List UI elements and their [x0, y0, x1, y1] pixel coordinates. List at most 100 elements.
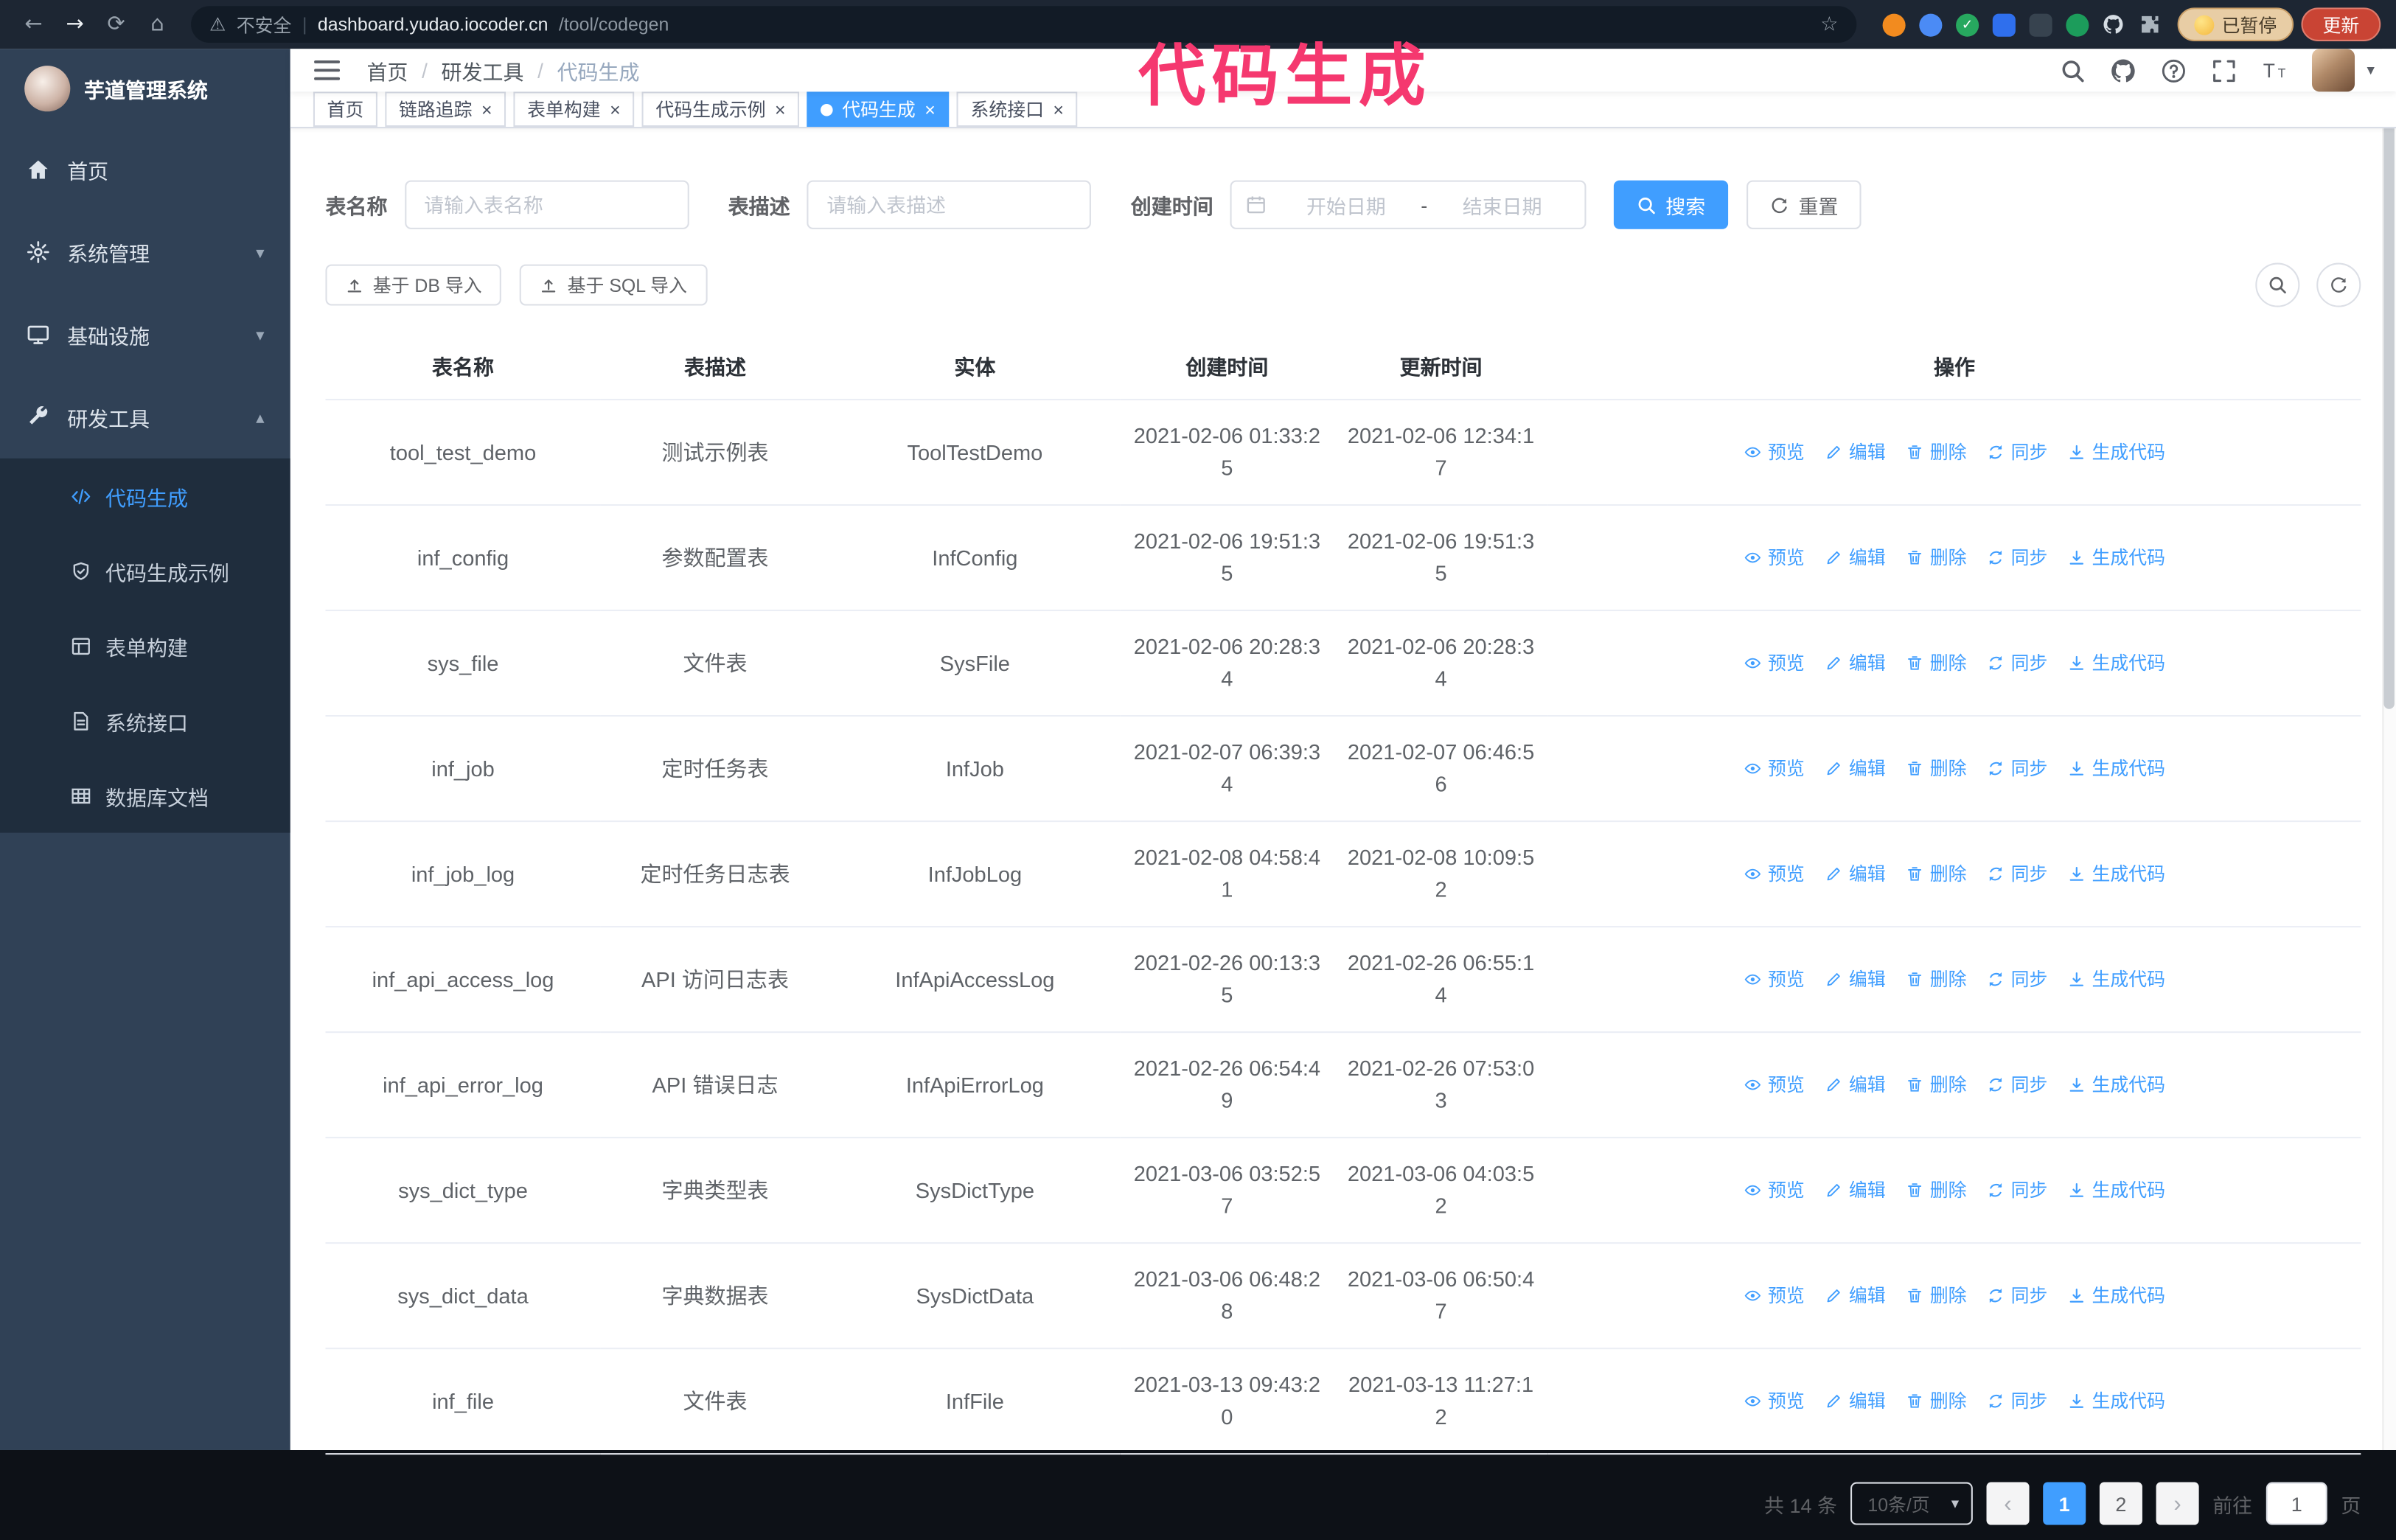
generate-code-action[interactable]: 生成代码 — [2067, 1385, 2165, 1418]
preview-action[interactable]: 预览 — [1744, 542, 1805, 574]
hamburger-icon[interactable] — [312, 55, 342, 86]
edit-action[interactable]: 编辑 — [1825, 436, 1886, 469]
refresh-table-button[interactable] — [2316, 262, 2361, 307]
generate-code-action[interactable]: 生成代码 — [2067, 858, 2165, 891]
breadcrumb-devtools[interactable]: 研发工具 — [442, 55, 524, 86]
edit-action[interactable]: 编辑 — [1825, 542, 1886, 574]
avatar-caret-icon[interactable]: ▾ — [2367, 62, 2375, 79]
extension-icon-blue-square[interactable] — [1992, 13, 2016, 36]
next-page-button[interactable]: › — [2156, 1482, 2199, 1525]
prev-page-button[interactable]: ‹ — [1986, 1482, 2030, 1525]
sync-action[interactable]: 同步 — [1987, 647, 2047, 680]
preview-action[interactable]: 预览 — [1744, 1385, 1805, 1418]
breadcrumb-home[interactable]: 首页 — [366, 55, 408, 86]
preview-action[interactable]: 预览 — [1744, 647, 1805, 680]
tab-trace[interactable]: 链路追踪 × — [385, 91, 506, 128]
extension-icon-orange[interactable] — [1882, 13, 1906, 36]
tab-system-api[interactable]: 系统接口 × — [956, 91, 1078, 128]
sidebar-item-codegen-example[interactable]: 代码生成示例 — [0, 533, 290, 608]
sidebar-item-infra[interactable]: 基础设施 ▾ — [0, 293, 290, 376]
generate-code-action[interactable]: 生成代码 — [2067, 964, 2165, 996]
sidebar-item-devtools[interactable]: 研发工具 ▴ — [0, 376, 290, 459]
sync-action[interactable]: 同步 — [1987, 436, 2047, 469]
delete-action[interactable]: 删除 — [1906, 1174, 1967, 1207]
generate-code-action[interactable]: 生成代码 — [2067, 1280, 2165, 1312]
help-icon[interactable] — [2161, 58, 2187, 83]
sidebar-item-codegen[interactable]: 代码生成 — [0, 459, 290, 534]
preview-action[interactable]: 预览 — [1744, 1280, 1805, 1312]
tab-close-icon[interactable]: × — [775, 100, 786, 119]
extension-icon-blue[interactable] — [1919, 13, 1943, 36]
generate-code-action[interactable]: 生成代码 — [2067, 1069, 2165, 1101]
page-button-2[interactable]: 2 — [2099, 1482, 2142, 1525]
toggle-search-button[interactable] — [2255, 262, 2300, 307]
preview-action[interactable]: 预览 — [1744, 436, 1805, 469]
extension-icon-green[interactable] — [2066, 13, 2089, 36]
preview-action[interactable]: 预览 — [1744, 964, 1805, 996]
user-avatar[interactable] — [2311, 49, 2355, 92]
generate-code-action[interactable]: 生成代码 — [2067, 1174, 2165, 1207]
browser-update-button[interactable]: 更新 — [2301, 7, 2381, 41]
fullscreen-icon[interactable] — [2211, 58, 2237, 83]
sync-action[interactable]: 同步 — [1987, 1280, 2047, 1312]
sync-action[interactable]: 同步 — [1987, 1385, 2047, 1418]
github-icon[interactable] — [2110, 58, 2136, 83]
table-desc-input[interactable] — [807, 180, 1091, 229]
preview-action[interactable]: 预览 — [1744, 858, 1805, 891]
vertical-scrollbar[interactable] — [2382, 49, 2396, 1450]
github-extension-icon[interactable] — [2103, 13, 2125, 36]
tab-close-icon[interactable]: × — [610, 100, 621, 119]
edit-action[interactable]: 编辑 — [1825, 1069, 1886, 1101]
edit-action[interactable]: 编辑 — [1825, 1174, 1886, 1207]
table-name-input[interactable] — [404, 180, 689, 229]
delete-action[interactable]: 删除 — [1906, 1385, 1967, 1418]
tab-close-icon[interactable]: × — [481, 100, 492, 119]
tab-form-builder[interactable]: 表单构建 × — [513, 91, 635, 128]
sync-action[interactable]: 同步 — [1987, 1174, 2047, 1207]
extension-icon-dark-square[interactable] — [2029, 13, 2052, 36]
edit-action[interactable]: 编辑 — [1825, 858, 1886, 891]
extensions-puzzle-icon[interactable] — [2139, 13, 2162, 36]
paused-extension-badge[interactable]: 已暂停 — [2177, 7, 2294, 41]
sync-action[interactable]: 同步 — [1987, 964, 2047, 996]
end-date-placeholder[interactable]: 结束日期 — [1434, 190, 1571, 219]
delete-action[interactable]: 删除 — [1906, 753, 1967, 785]
tab-close-icon[interactable]: × — [1053, 100, 1064, 119]
create-time-range-picker[interactable]: 开始日期 - 结束日期 — [1230, 180, 1587, 229]
delete-action[interactable]: 删除 — [1906, 1069, 1967, 1101]
sync-action[interactable]: 同步 — [1987, 1069, 2047, 1101]
sidebar-item-system-api[interactable]: 系统接口 — [0, 683, 290, 758]
sync-action[interactable]: 同步 — [1987, 753, 2047, 785]
sidebar-item-db-doc[interactable]: 数据库文档 — [0, 758, 290, 833]
reset-button[interactable]: 重置 — [1746, 180, 1862, 229]
preview-action[interactable]: 预览 — [1744, 1069, 1805, 1101]
delete-action[interactable]: 删除 — [1906, 542, 1967, 574]
edit-action[interactable]: 编辑 — [1825, 1385, 1886, 1418]
goto-page-input[interactable] — [2266, 1482, 2327, 1525]
sync-action[interactable]: 同步 — [1987, 542, 2047, 574]
tab-home[interactable]: 首页 — [313, 91, 377, 128]
delete-action[interactable]: 删除 — [1906, 647, 1967, 680]
search-icon[interactable] — [2060, 58, 2086, 83]
browser-forward-icon[interactable]: → — [57, 6, 94, 43]
tab-close-icon[interactable]: × — [924, 100, 936, 119]
address-bar[interactable]: ⚠ 不安全 | dashboard.yudao.iocoder.cn/tool/… — [191, 6, 1857, 43]
sync-action[interactable]: 同步 — [1987, 858, 2047, 891]
edit-action[interactable]: 编辑 — [1825, 753, 1886, 785]
edit-action[interactable]: 编辑 — [1825, 964, 1886, 996]
scrollbar-thumb[interactable] — [2383, 52, 2395, 709]
delete-action[interactable]: 删除 — [1906, 1280, 1967, 1312]
generate-code-action[interactable]: 生成代码 — [2067, 542, 2165, 574]
generate-code-action[interactable]: 生成代码 — [2067, 436, 2165, 469]
page-size-select[interactable]: 10条/页 ▾ — [1850, 1482, 1973, 1525]
edit-action[interactable]: 编辑 — [1825, 1280, 1886, 1312]
preview-action[interactable]: 预览 — [1744, 1174, 1805, 1207]
edit-action[interactable]: 编辑 — [1825, 647, 1886, 680]
browser-back-icon[interactable]: ← — [15, 6, 52, 43]
import-db-button[interactable]: 基于 DB 导入 — [325, 264, 502, 306]
delete-action[interactable]: 删除 — [1906, 436, 1967, 469]
browser-reload-icon[interactable]: ⟳ — [98, 6, 135, 43]
sidebar-logo[interactable]: 芋道管理系统 — [0, 49, 290, 128]
preview-action[interactable]: 预览 — [1744, 753, 1805, 785]
page-button-1[interactable]: 1 — [2043, 1482, 2086, 1525]
